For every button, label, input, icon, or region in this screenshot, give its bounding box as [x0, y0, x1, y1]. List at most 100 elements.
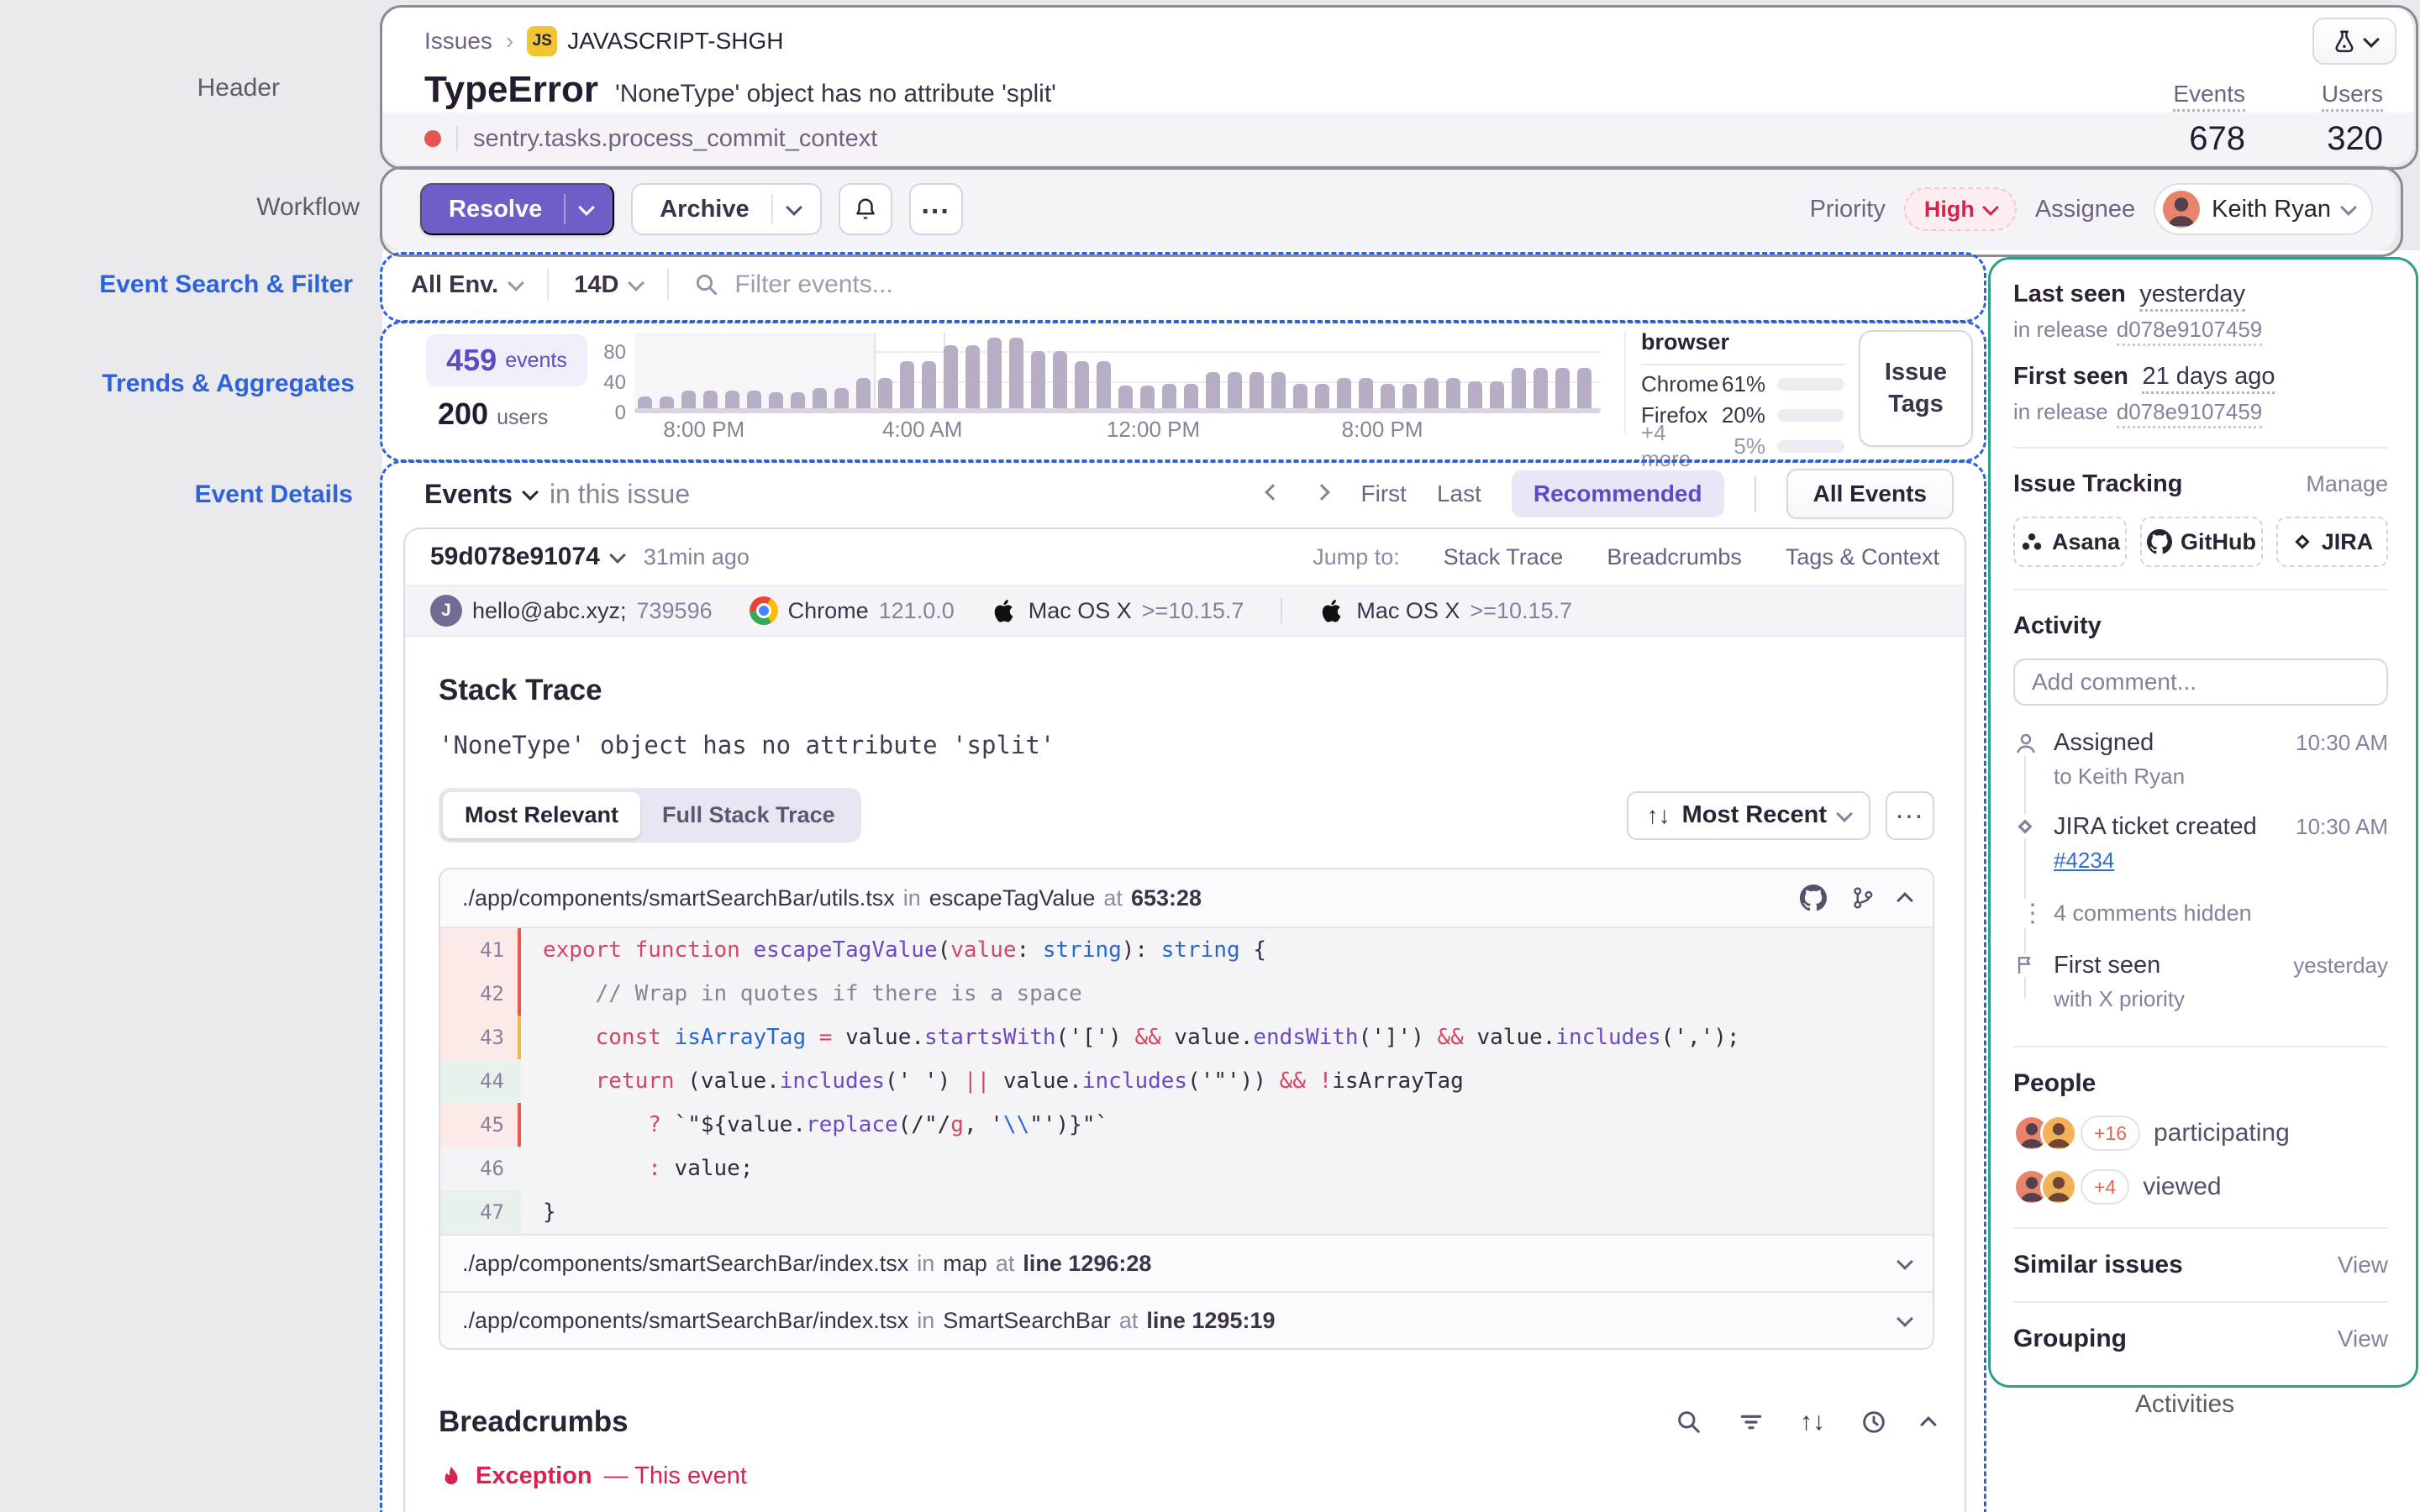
assignee-avatar: [2163, 191, 2200, 228]
first-event-link[interactable]: First: [1361, 480, 1407, 507]
replay-clock-icon[interactable]: [1860, 1409, 1887, 1436]
grouping-view-link[interactable]: View: [2338, 1326, 2388, 1352]
chart-bar: [1249, 372, 1264, 410]
activity-item-hidden-comments[interactable]: ⋮ 4 comments hidden: [2013, 897, 2388, 928]
issue-subtitle: 'NoneType' object has no attribute 'spli…: [615, 80, 1056, 108]
all-events-button[interactable]: All Events: [1786, 469, 1954, 519]
chevron-left-icon: [1265, 484, 1281, 501]
search-icon[interactable]: [1676, 1409, 1702, 1436]
first-seen-value[interactable]: 21 days ago: [2142, 363, 2275, 394]
chart-bar: [1184, 384, 1198, 411]
chart-bar: [1118, 386, 1133, 410]
last-event-link[interactable]: Last: [1437, 480, 1481, 507]
filter-icon[interactable]: [1738, 1409, 1765, 1436]
activity-title: Assigned: [2054, 729, 2154, 757]
expand-frame-icon[interactable]: [1897, 1310, 1913, 1327]
viewers-row[interactable]: +4 viewed: [2013, 1168, 2388, 1205]
more-participants-badge[interactable]: +16: [2081, 1116, 2140, 1151]
jump-link-breadcrumbs[interactable]: Breadcrumbs: [1607, 544, 1742, 570]
event-id-dropdown[interactable]: 59d078e91074: [430, 543, 623, 571]
similar-issues-view-link[interactable]: View: [2338, 1252, 2388, 1278]
sort-select[interactable]: ↑↓ Most Recent: [1627, 791, 1870, 840]
events-toggle-selected[interactable]: 459 events: [426, 334, 587, 386]
add-comment-input[interactable]: [2013, 659, 2388, 706]
x-axis-tick-label: 8:00 PM: [637, 417, 771, 443]
issue-tags-button[interactable]: Issue Tags: [1859, 330, 1973, 447]
environment-select[interactable]: All Env.: [411, 271, 522, 299]
jira-ticket-link[interactable]: #4234: [2054, 848, 2114, 874]
collapse-frame-icon[interactable]: [1897, 892, 1913, 909]
subscribe-bell-button[interactable]: [839, 183, 892, 235]
resolve-button[interactable]: Resolve: [420, 183, 614, 235]
expand-frame-icon[interactable]: [1897, 1253, 1913, 1270]
chart-bar: [1162, 384, 1176, 411]
suspect-commit-icon[interactable]: [1850, 885, 1876, 911]
more-viewers-badge[interactable]: +4: [2081, 1169, 2129, 1205]
tab-full-stack-trace[interactable]: Full Stack Trace: [640, 792, 857, 838]
user-context[interactable]: J hello@abc.xyz; 739596: [430, 595, 713, 627]
events-dropdown[interactable]: Events: [424, 479, 536, 510]
date-range-select[interactable]: 14D: [574, 271, 642, 299]
chart-bar: [965, 345, 980, 410]
assignee-label: Assignee: [2035, 196, 2135, 223]
frame-header-utils[interactable]: ./app/components/smartSearchBar/utils.ts…: [440, 869, 1933, 928]
tag-row-more[interactable]: +4 more 5%: [1641, 433, 1844, 459]
more-actions-button[interactable]: ...: [909, 183, 963, 235]
tab-most-relevant[interactable]: Most Relevant: [443, 792, 640, 838]
resolve-dropdown-button[interactable]: [566, 205, 608, 213]
users-toggle[interactable]: 200 users: [438, 396, 548, 432]
line-number: 43: [440, 1016, 521, 1059]
breadcrumb-issues-link[interactable]: Issues: [424, 28, 492, 55]
experiment-flask-button[interactable]: [2312, 18, 2396, 65]
asana-button[interactable]: Asana: [2013, 517, 2127, 567]
divider: [2013, 1227, 2388, 1229]
previous-event-button[interactable]: [1264, 483, 1282, 506]
archive-dropdown-button[interactable]: [773, 205, 815, 213]
chart-bar: [1577, 368, 1591, 410]
issue-title: TypeError: [424, 69, 598, 111]
chevron-down-icon: [629, 275, 645, 291]
collapse-section-icon[interactable]: [1920, 1416, 1937, 1433]
manage-link[interactable]: Manage: [2306, 471, 2388, 497]
event-bar-chart[interactable]: [634, 333, 1601, 410]
frame-path: ./app/components/smartSearchBar/index.ts…: [462, 1251, 908, 1277]
github-button[interactable]: GitHub: [2140, 517, 2263, 567]
archive-button[interactable]: Archive: [631, 183, 821, 235]
users-stat-header[interactable]: Users: [2322, 81, 2383, 112]
os-context[interactable]: Mac OS X >=10.15.7: [1319, 597, 1572, 624]
chart-bar: [1446, 378, 1460, 410]
jira-button[interactable]: JIRA: [2276, 517, 2388, 567]
recommended-tab[interactable]: Recommended: [1512, 470, 1724, 517]
javascript-platform-icon: JS: [527, 26, 557, 56]
github-icon[interactable]: [1800, 885, 1827, 911]
jump-link-stack-trace[interactable]: Stack Trace: [1444, 544, 1564, 570]
release-link[interactable]: d078e9107459: [2117, 317, 2263, 346]
release-marker-line: [874, 333, 876, 410]
frame-row-map[interactable]: ./app/components/smartSearchBar/index.ts…: [440, 1234, 1933, 1291]
chart-bar: [922, 361, 936, 410]
tag-percent: 20%: [1718, 402, 1765, 428]
participants-row[interactable]: +16 participating: [2013, 1115, 2388, 1152]
stack-trace-options-button[interactable]: ...: [1886, 791, 1934, 840]
browser-context[interactable]: Chrome 121.0.0: [750, 596, 955, 625]
jump-link-tags-context[interactable]: Tags & Context: [1786, 544, 1939, 570]
last-seen-value[interactable]: yesterday: [2139, 281, 2245, 312]
flag-icon: [2013, 953, 2037, 977]
last-seen-label: Last seen: [2013, 281, 2126, 307]
first-seen-label: First seen: [2013, 363, 2128, 390]
frame-row-smartsearchbar[interactable]: ./app/components/smartSearchBar/index.ts…: [440, 1291, 1933, 1348]
tag-row-chrome[interactable]: Chrome 61%: [1641, 371, 1844, 396]
release-link[interactable]: d078e9107459: [2117, 399, 2263, 428]
breadcrumb-exception-row[interactable]: Exception — This event: [439, 1462, 1934, 1490]
os-context[interactable]: Mac OS X >=10.15.7: [992, 597, 1244, 624]
sort-icon[interactable]: ↑↓: [1800, 1408, 1825, 1436]
assignee-select[interactable]: Keith Ryan: [2154, 183, 2373, 235]
jira-icon: [2291, 531, 2313, 553]
search-icon: [694, 272, 719, 297]
frame-in-label: in: [917, 1308, 934, 1334]
filter-events-input[interactable]: [733, 270, 1324, 300]
frame-path: ./app/components/smartSearchBar/utils.ts…: [462, 885, 895, 911]
priority-select[interactable]: High: [1904, 187, 2017, 231]
events-stat-header[interactable]: Events: [2173, 81, 2245, 112]
next-event-button[interactable]: [1313, 483, 1331, 506]
